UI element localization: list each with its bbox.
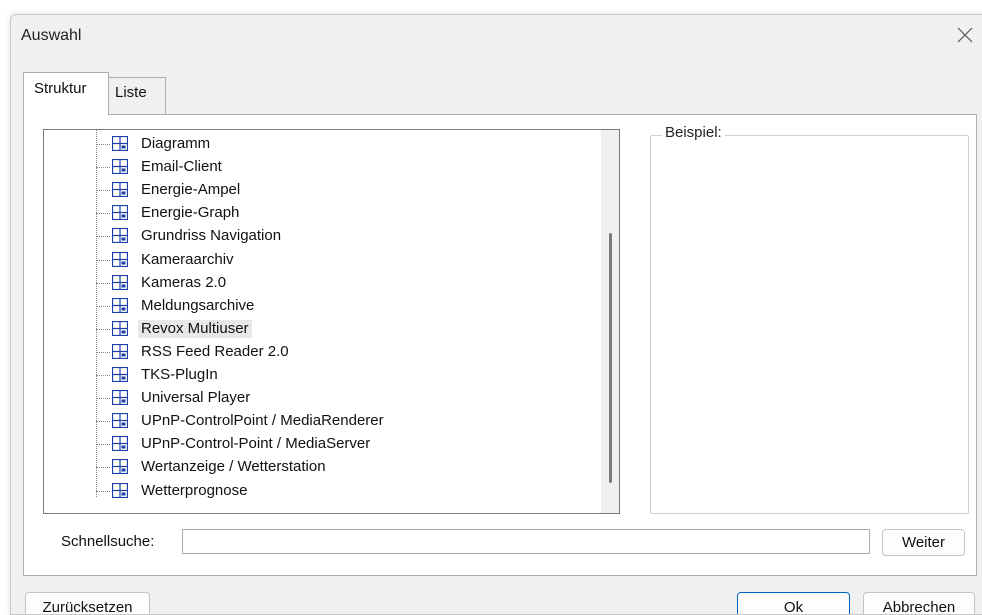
tab-liste-label: Liste [115,84,147,101]
tree-item[interactable]: Diagramm [96,133,596,156]
quick-search-input[interactable] [182,529,870,554]
example-group-label: Beispiel: [662,124,725,141]
tree-connector [96,167,110,169]
tree-item[interactable]: UPnP-ControlPoint / MediaRenderer [96,410,596,433]
example-preview-group [650,135,969,514]
tree-item[interactable]: Revox Multiuser [96,318,596,341]
plugin-grid-icon [112,459,128,475]
tree-item-label: Energie-Graph [141,204,240,222]
plugin-grid-icon [112,343,128,359]
tree-item-label: UPnP-Control-Point / MediaServer [141,435,371,453]
tree-connector [96,467,110,469]
tree-scrollbar[interactable] [601,130,619,513]
tree-item-label: Email-Client [141,158,222,176]
tree-connector [96,444,110,446]
tree-connector [96,236,110,238]
tab-struktur[interactable]: Struktur [23,72,109,115]
tree-item[interactable]: Grundriss Navigation [96,225,596,248]
tree-connector [96,282,110,284]
close-icon[interactable] [953,23,977,47]
tree-item-label: Grundriss Navigation [141,227,282,245]
tree-item-label: TKS-PlugIn [141,366,218,383]
plugin-grid-icon [112,436,128,452]
tree-connector [96,351,110,353]
tree-item[interactable]: Wertanzeige / Wetterstation [96,456,596,479]
tree-connector [96,190,110,192]
plugin-grid-icon [112,136,128,151]
dialog-title: Auswahl [21,27,82,44]
tree-item[interactable]: Wetterprognose [96,480,596,503]
tree-connector [96,375,110,376]
tab-liste[interactable]: Liste [107,77,166,115]
tree-connector [96,490,110,492]
tree-item-label: Wetterprognose [141,481,248,499]
tree-item-label: RSS Feed Reader 2.0 [141,342,289,360]
tab-struktur-label: Struktur [34,80,87,97]
tree-item[interactable]: Energie-Graph [96,202,596,225]
reset-button[interactable]: Zurücksetzen [25,592,150,614]
tree-item-label: Diagramm [141,135,211,152]
tree-item-label: Kameraarchiv [141,250,234,268]
tree-connector [96,305,110,307]
tab-panel-struktur: Diagramm Email-Client Energie-Ampel Energie… [23,114,977,576]
tree-item-label: UPnP-ControlPoint / MediaRenderer [141,412,384,430]
tree-item[interactable]: UPnP-Control-Point / MediaServer [96,433,596,456]
tree-connector [96,144,110,145]
tree-item[interactable]: RSS Feed Reader 2.0 [96,341,596,364]
tree-connector [96,421,110,423]
tree-item[interactable]: Kameras 2.0 [96,272,596,295]
next-button[interactable]: Weiter [882,529,965,556]
tree-item[interactable]: Energie-Ampel [96,179,596,202]
tree-item[interactable]: TKS-PlugIn [96,364,596,387]
tree-connector [96,398,110,400]
title-bar: Auswahl [11,15,982,55]
tree-item[interactable]: Meldungsarchive [96,295,596,318]
plugin-grid-icon [112,159,128,175]
selection-dialog: Auswahl Struktur Liste Diagramm Email-Cli… [10,14,982,615]
tree-item[interactable]: Universal Player [96,387,596,410]
plugin-grid-icon [112,228,128,244]
plugin-grid-icon [112,205,128,221]
ok-button[interactable]: Ok [737,592,850,614]
tree-item[interactable]: Kameraarchiv [96,249,596,272]
plugin-grid-icon [112,251,128,267]
tree-item-label: Revox Multiuser [138,319,252,338]
tree-scrollbar-thumb[interactable] [609,233,612,483]
plugin-grid-icon [112,367,128,382]
tree-item-label: Universal Player [141,389,251,407]
plugin-grid-icon [112,320,128,336]
structure-tree[interactable]: Diagramm Email-Client Energie-Ampel Energie… [43,129,620,514]
plugin-grid-icon [112,182,128,198]
tree-item-label: Kameras 2.0 [141,273,227,291]
plugin-grid-icon [112,390,128,406]
quick-search-label: Schnellsuche: [61,533,155,550]
cancel-button[interactable]: Abbrechen [863,592,975,614]
plugin-grid-icon [112,482,128,498]
tree-item[interactable]: Email-Client [96,156,596,179]
tree-connector [96,328,110,330]
tree-connector [96,259,110,261]
tree-connector [96,213,110,215]
plugin-grid-icon [112,297,128,313]
tree-item-label: Energie-Ampel [141,181,241,199]
plugin-grid-icon [112,274,128,290]
plugin-grid-icon [112,413,128,429]
tree-item-label: Wertanzeige / Wetterstation [141,458,326,476]
tree-item-label: Meldungsarchive [141,296,255,314]
